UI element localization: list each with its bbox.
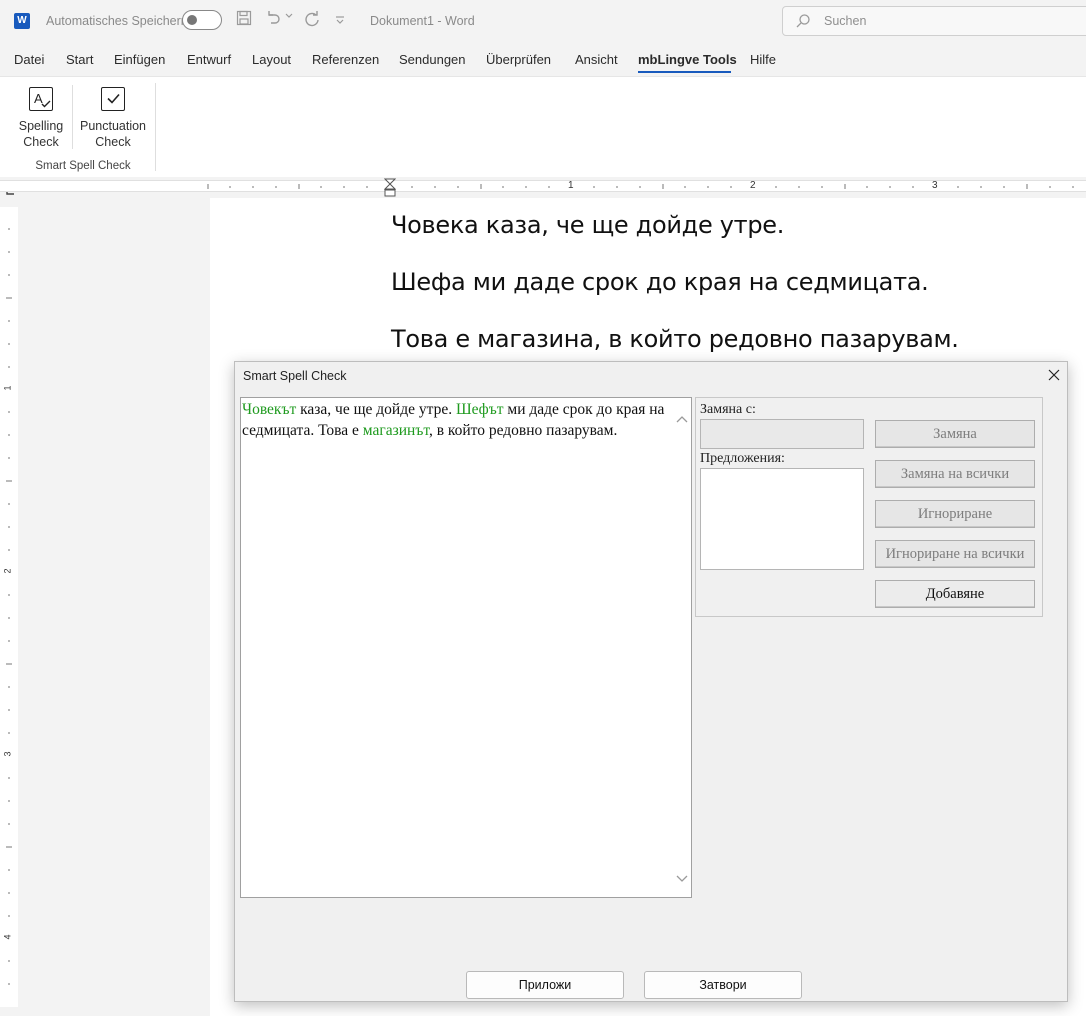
text-segment: , в който редовно пазарувам. <box>428 421 618 439</box>
autosave-label: Automatisches Speichern <box>46 14 188 28</box>
close-button[interactable]: Затвори <box>644 971 802 999</box>
title-bar: W Automatisches Speichern Dokument1 - Wo… <box>0 0 1086 44</box>
menu-referenzen[interactable]: Referenzen <box>312 52 379 67</box>
vruler-number-1: 1 <box>2 385 13 391</box>
menu-hilfe[interactable]: Hilfe <box>750 52 776 67</box>
active-tab-indicator <box>638 71 731 73</box>
vertical-ruler-ticks <box>6 228 12 985</box>
menu-ueberpruefen[interactable]: Überprüfen <box>486 52 551 67</box>
punctuation-check-icon <box>101 87 125 111</box>
document-gutter <box>22 198 211 1016</box>
corrected-word[interactable]: Шефът <box>456 401 504 418</box>
vruler-number-2: 2 <box>2 568 13 574</box>
redo-icon[interactable] <box>303 10 321 32</box>
ruler-number-2: 2 <box>750 180 756 191</box>
punctuation-check-button[interactable]: Punctuation Check <box>78 85 148 151</box>
undo-dropdown-icon[interactable] <box>285 12 293 23</box>
customize-icon[interactable] <box>335 13 345 30</box>
ribbon: A Spelling Check Punctuation Check Smart… <box>0 76 1086 178</box>
check-text-area[interactable]: Човекът каза, че ще дойде утре. Шефът ми… <box>240 397 692 898</box>
spelling-check-button[interactable]: A Spelling Check <box>14 85 68 151</box>
ruler-number-3: 3 <box>932 180 938 191</box>
menu-ansicht[interactable]: Ansicht <box>575 52 618 67</box>
replace-with-input[interactable] <box>700 419 864 449</box>
word-logo-icon: W <box>14 13 30 29</box>
ignore-all-button[interactable]: Игнориране на всички <box>875 540 1035 568</box>
add-button[interactable]: Добавяне <box>875 580 1035 608</box>
apply-button[interactable]: Приложи <box>466 971 624 999</box>
scroll-down-icon[interactable] <box>675 871 689 889</box>
smart-spell-check-dialog: Smart Spell Check Човекът каза, че ще до… <box>234 361 1068 1002</box>
menu-entwurf[interactable]: Entwurf <box>187 52 231 67</box>
document-title: Dokument1 - Word <box>370 14 475 28</box>
autosave-toggle[interactable] <box>182 10 222 30</box>
spelling-label-1: Spelling <box>18 119 64 133</box>
corrected-word[interactable]: магазинът <box>363 422 429 439</box>
ignore-button[interactable]: Игнориране <box>875 500 1035 528</box>
svg-text:A: A <box>34 91 43 106</box>
ribbon-divider <box>72 85 73 149</box>
vruler-number-4: 4 <box>2 934 13 940</box>
document-line-2[interactable]: Шефа ми даде срок до края на седмицата. <box>391 268 929 296</box>
indent-marker-icon[interactable] <box>383 178 397 198</box>
punctuation-label-2: Check <box>95 135 131 149</box>
spelling-label-2: Check <box>23 135 59 149</box>
correction-panel: Замяна с: Предложения: Замяна Замяна на … <box>695 397 1043 617</box>
vertical-ruler[interactable]: 1 2 3 4 <box>0 207 18 1007</box>
close-icon[interactable] <box>1041 364 1067 386</box>
ribbon-group-divider <box>155 83 156 171</box>
text-segment: каза, че ще дойде утре. <box>296 401 456 418</box>
text-scrollbar[interactable] <box>675 406 691 886</box>
menu-mblingve-tools[interactable]: mbLingve Tools <box>638 52 737 67</box>
horizontal-ruler[interactable]: 1 2 3 <box>0 180 1086 192</box>
replace-all-button[interactable]: Замяна на всички <box>875 460 1035 488</box>
ribbon-group-label: Smart Spell Check <box>35 160 131 172</box>
suggestions-list[interactable] <box>700 468 864 570</box>
menu-sendungen[interactable]: Sendungen <box>399 52 466 67</box>
scroll-up-icon[interactable] <box>675 411 689 429</box>
menu-einfuegen[interactable]: Einfügen <box>114 52 165 67</box>
search-box[interactable]: Suchen <box>782 6 1086 36</box>
dialog-title: Smart Spell Check <box>243 369 347 383</box>
search-placeholder: Suchen <box>824 14 867 28</box>
spelling-check-icon: A <box>29 87 53 111</box>
check-text: Човекът каза, че ще дойде утре. Шефът ми… <box>241 398 674 441</box>
ruler-ticks <box>207 184 1074 189</box>
toggle-knob <box>187 15 197 25</box>
replace-button[interactable]: Замяна <box>875 420 1035 448</box>
vruler-number-3: 3 <box>2 751 13 757</box>
menu-datei[interactable]: Datei <box>14 52 44 67</box>
suggestions-label: Предложения: <box>700 451 785 466</box>
corrected-word[interactable]: Човекът <box>242 401 296 418</box>
save-icon[interactable] <box>236 10 252 30</box>
ruler-number-1: 1 <box>568 180 574 191</box>
document-line-3[interactable]: Това е магазина, в който редовно пазарув… <box>391 325 959 353</box>
replace-with-label: Замяна с: <box>700 402 756 417</box>
search-icon <box>795 13 811 34</box>
document-line-1[interactable]: Човека каза, че ще дойде утре. <box>391 211 784 239</box>
menu-start[interactable]: Start <box>66 52 93 67</box>
menu-layout[interactable]: Layout <box>252 52 291 67</box>
punctuation-label-1: Punctuation <box>79 119 147 133</box>
undo-icon[interactable] <box>264 9 282 31</box>
